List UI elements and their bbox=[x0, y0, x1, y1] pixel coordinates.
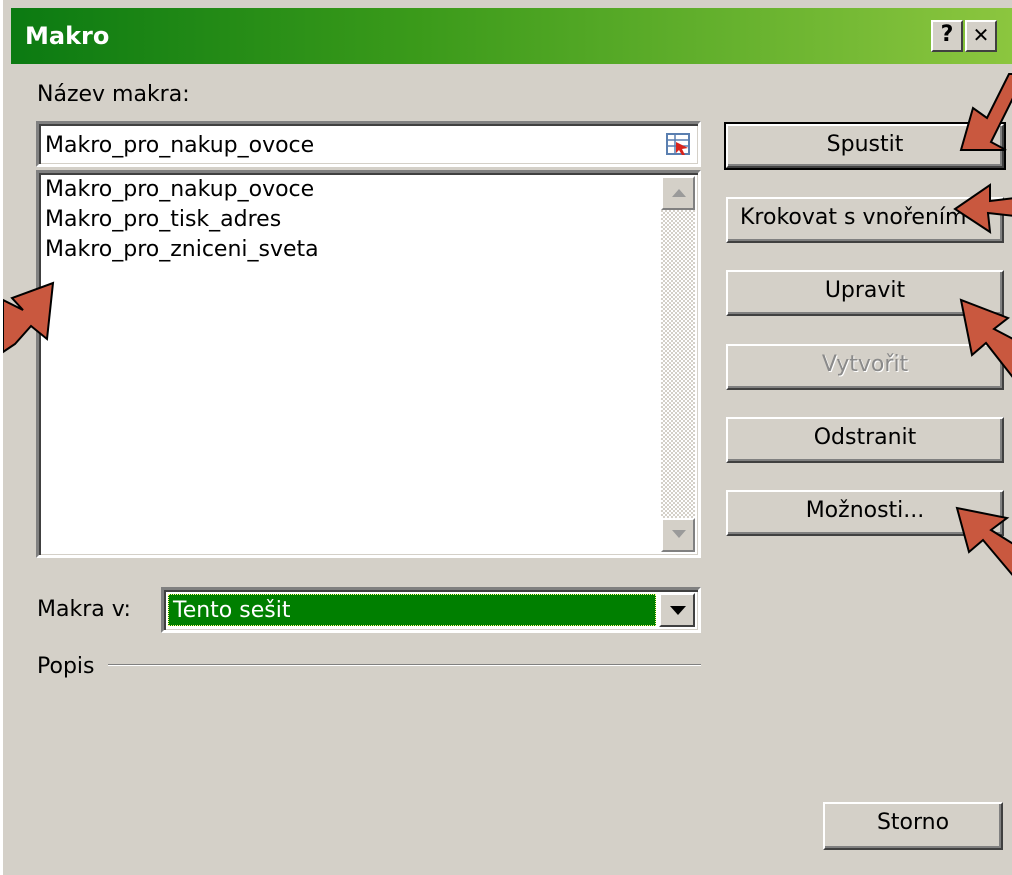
cancel-button-label: Storno bbox=[876, 810, 950, 835]
macro-name-value: Makro_pro_nakup_ovoce bbox=[45, 133, 315, 158]
create-button[interactable]: Vytvořit bbox=[726, 344, 1004, 390]
help-button[interactable]: ? bbox=[931, 20, 963, 52]
macros-in-select[interactable]: Tento sešit bbox=[161, 587, 701, 633]
delete-button-label: Odstranit bbox=[813, 425, 917, 450]
edit-button-label: Upravit bbox=[824, 278, 906, 303]
window-title: Makro bbox=[25, 22, 110, 50]
macros-in-selected: Tento sešit bbox=[168, 594, 656, 626]
create-button-label: Vytvořit bbox=[821, 352, 909, 377]
macro-name-input[interactable]: Makro_pro_nakup_ovoce bbox=[36, 121, 701, 167]
scroll-down-button[interactable] bbox=[661, 518, 695, 552]
options-button[interactable]: Možnosti... bbox=[726, 490, 1004, 536]
scroll-up-button[interactable] bbox=[661, 176, 695, 210]
close-button[interactable]: ✕ bbox=[965, 20, 997, 52]
step-into-button-label: Krokovat s vnořením bbox=[740, 205, 967, 230]
cancel-button[interactable]: Storno bbox=[823, 802, 1003, 850]
delete-button[interactable]: Odstranit bbox=[726, 417, 1004, 463]
run-button-label: Spustit bbox=[826, 132, 904, 157]
macros-in-label: Makra v: bbox=[37, 597, 131, 622]
macro-name-label: Název makra: bbox=[37, 82, 190, 107]
description-group-divider bbox=[108, 664, 701, 666]
list-item[interactable]: Makro_pro_zniceni_sveta bbox=[45, 237, 319, 262]
macro-name-label-text: Název makra: bbox=[37, 82, 190, 107]
dropdown-button[interactable] bbox=[659, 593, 695, 627]
macros-in-label-text: Makra v: bbox=[37, 597, 131, 622]
macro-list[interactable]: Makro_pro_nakup_ovoce Makro_pro_tisk_adr… bbox=[36, 170, 701, 558]
options-button-label: Možnosti... bbox=[805, 498, 925, 523]
macro-dialog: Makro ? ✕ Název makra: Makro_pro_nakup_o… bbox=[0, 0, 1012, 875]
arrow-down-icon bbox=[672, 530, 686, 538]
chevron-down-icon bbox=[670, 606, 686, 615]
description-label: Popis bbox=[37, 654, 95, 679]
step-into-button[interactable]: Krokovat s vnořením bbox=[726, 197, 1004, 243]
list-item[interactable]: Makro_pro_tisk_adres bbox=[45, 207, 281, 232]
list-scrollbar[interactable] bbox=[661, 176, 695, 552]
run-button[interactable]: Spustit bbox=[724, 122, 1006, 170]
edit-button[interactable]: Upravit bbox=[726, 270, 1004, 316]
arrow-up-icon bbox=[672, 189, 686, 197]
range-picker-icon[interactable] bbox=[666, 132, 690, 156]
title-bar[interactable]: Makro ? ✕ bbox=[11, 8, 1012, 64]
list-item[interactable]: Makro_pro_nakup_ovoce bbox=[45, 177, 314, 202]
